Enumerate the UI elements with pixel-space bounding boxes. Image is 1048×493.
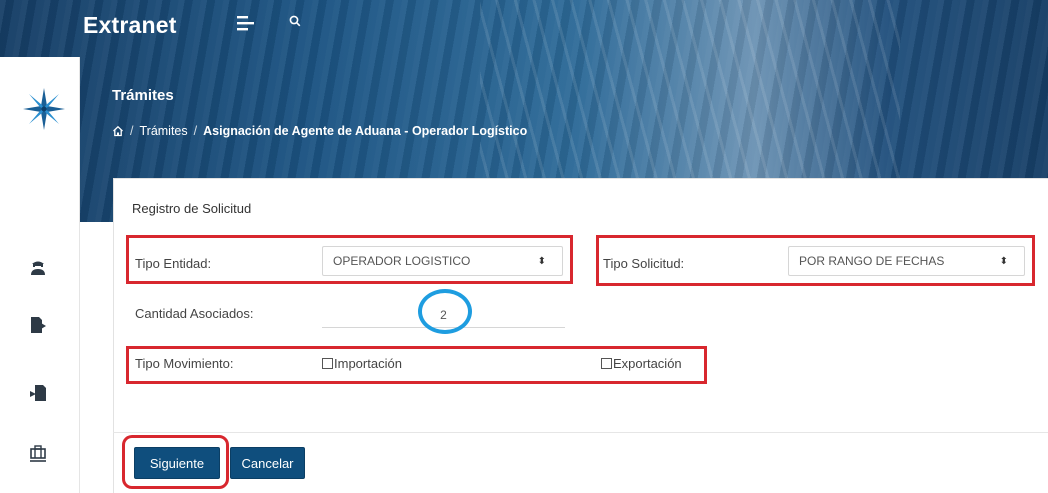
- breadcrumb-item-tramites[interactable]: Trámites: [139, 124, 187, 138]
- form-card: [113, 178, 1048, 493]
- import-document-icon[interactable]: [28, 383, 48, 403]
- select-arrows-icon: ⬍: [999, 255, 1008, 267]
- breadcrumb-separator: /: [130, 124, 134, 138]
- tipo-entidad-select[interactable]: OPERADOR LOGISTICO ⬍: [322, 246, 563, 276]
- siguiente-button[interactable]: Siguiente: [134, 447, 220, 479]
- select-arrows-icon: ⬍: [537, 255, 546, 267]
- tipo-entidad-label: Tipo Entidad:: [135, 256, 212, 271]
- form-title: Registro de Solicitud: [132, 201, 252, 216]
- menu-toggle-icon[interactable]: [235, 12, 257, 34]
- highlight-circle-cantidad: [418, 289, 472, 334]
- breadcrumb-current: Asignación de Agente de Aduana - Operado…: [203, 124, 528, 138]
- tipo-solicitud-label: Tipo Solicitud:: [603, 256, 685, 271]
- importacion-checkbox[interactable]: [322, 358, 333, 369]
- breadcrumb: / Trámites / Asignación de Agente de Adu…: [112, 124, 527, 138]
- breadcrumb-separator: /: [193, 124, 198, 138]
- compass-star-logo: [22, 87, 66, 131]
- brand-title: Extranet: [83, 12, 177, 38]
- cargo-luggage-icon[interactable]: [28, 443, 48, 463]
- footer-divider: [113, 432, 1048, 433]
- exportacion-checkbox-row[interactable]: Exportación: [601, 356, 682, 371]
- tipo-movimiento-label: Tipo Movimiento:: [135, 356, 234, 371]
- sidebar: [0, 57, 80, 493]
- tipo-entidad-value: OPERADOR LOGISTICO: [333, 254, 471, 268]
- cancelar-button[interactable]: Cancelar: [230, 447, 305, 479]
- importacion-label: Importación: [334, 356, 402, 371]
- customs-agent-icon[interactable]: [28, 257, 48, 277]
- export-document-icon[interactable]: [28, 315, 48, 335]
- exportacion-checkbox[interactable]: [601, 358, 612, 369]
- exportacion-label: Exportación: [613, 356, 682, 371]
- search-icon[interactable]: [288, 14, 302, 28]
- importacion-checkbox-row[interactable]: Importación: [322, 356, 402, 371]
- page-title: Trámites: [112, 87, 174, 104]
- cantidad-asociados-label: Cantidad Asociados:: [135, 306, 254, 321]
- home-icon[interactable]: [112, 125, 124, 137]
- tipo-solicitud-value: POR RANGO DE FECHAS: [799, 254, 945, 268]
- tipo-solicitud-select[interactable]: POR RANGO DE FECHAS ⬍: [788, 246, 1025, 276]
